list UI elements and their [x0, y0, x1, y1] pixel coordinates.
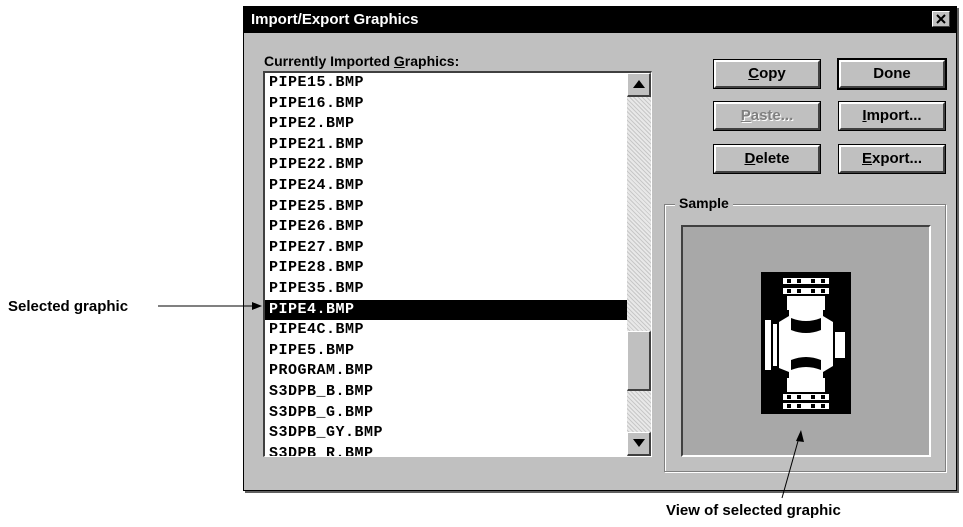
close-button[interactable]	[932, 11, 950, 27]
copy-label: opy	[759, 65, 786, 82]
list-item[interactable]: S3DPB_GY.BMP	[265, 423, 627, 444]
list-item[interactable]: S3DPB_B.BMP	[265, 382, 627, 403]
list-item-selected[interactable]: PIPE4.BMP	[265, 299, 627, 321]
list-item[interactable]: PIPE35.BMP	[265, 279, 627, 300]
copy-button[interactable]: Copy	[713, 59, 821, 89]
sample-label: Sample	[675, 195, 733, 211]
delete-label: elete	[755, 150, 790, 167]
list-label-accel: G	[393, 53, 405, 69]
paste-label: aste...	[750, 107, 794, 124]
list-item[interactable]: PIPE5.BMP	[265, 341, 627, 362]
graphics-list-items: PIPE15.BMP PIPE16.BMP PIPE2.BMP PIPE21.BMP P…	[265, 73, 627, 456]
scroll-down-arrow-icon	[633, 439, 645, 447]
graphics-list-label: Currently Imported Graphics:	[264, 53, 459, 69]
export-button[interactable]: Export...	[838, 144, 946, 174]
pipe-graphic-icon	[761, 272, 851, 414]
list-item[interactable]: PIPE22.BMP	[265, 155, 627, 176]
paste-accel: P	[740, 107, 751, 124]
scroll-up-arrow-icon	[633, 80, 645, 88]
list-item[interactable]: PIPE28.BMP	[265, 258, 627, 279]
list-item[interactable]: PIPE21.BMP	[265, 135, 627, 156]
list-item[interactable]: PIPE27.BMP	[265, 238, 627, 259]
list-item[interactable]: PIPE25.BMP	[265, 197, 627, 218]
list-item[interactable]: PIPE26.BMP	[265, 217, 627, 238]
close-icon	[936, 14, 946, 24]
list-item[interactable]: PROGRAM.BMP	[265, 361, 627, 382]
list-item[interactable]: PIPE4C.BMP	[265, 320, 627, 341]
list-item[interactable]: PIPE16.BMP	[265, 94, 627, 115]
scroll-thumb[interactable]	[627, 331, 651, 391]
title-bar[interactable]: Import/Export Graphics	[244, 7, 956, 33]
paste-button[interactable]: Paste...	[713, 101, 821, 131]
callout-selected-graphic: Selected graphic	[8, 298, 129, 315]
scroll-down-button[interactable]	[627, 432, 651, 456]
sample-preview	[681, 225, 931, 457]
list-item[interactable]: PIPE2.BMP	[265, 114, 627, 135]
done-button[interactable]: Done	[837, 58, 947, 90]
export-label: xport...	[872, 150, 923, 167]
import-export-dialog: Import/Export Graphics Currently Importe…	[243, 6, 957, 491]
scroll-up-button[interactable]	[627, 73, 651, 97]
dialog-title: Import/Export Graphics	[251, 11, 419, 28]
list-item[interactable]: S3DPB_G.BMP	[265, 403, 627, 424]
callout-view-selected-graphic: View of selected graphic	[666, 502, 841, 519]
list-label-suffix: raphics:	[404, 53, 460, 69]
list-label-prefix: Currently Imported	[264, 53, 394, 69]
delete-button[interactable]: Delete	[713, 144, 821, 174]
list-item[interactable]: PIPE24.BMP	[265, 176, 627, 197]
list-scrollbar[interactable]	[627, 73, 651, 456]
graphics-listbox[interactable]: PIPE15.BMP PIPE16.BMP PIPE2.BMP PIPE21.BMP P…	[263, 71, 652, 457]
list-item[interactable]: S3DPB_R.BMP	[265, 444, 627, 456]
import-button[interactable]: Import...	[838, 101, 946, 131]
import-label: mport...	[866, 107, 922, 124]
list-item[interactable]: PIPE15.BMP	[265, 73, 627, 94]
copy-accel: C	[748, 65, 760, 82]
sample-groupbox: Sample	[664, 195, 946, 472]
delete-accel: D	[744, 150, 756, 167]
export-accel: E	[861, 150, 872, 167]
done-label: Done	[873, 65, 911, 82]
